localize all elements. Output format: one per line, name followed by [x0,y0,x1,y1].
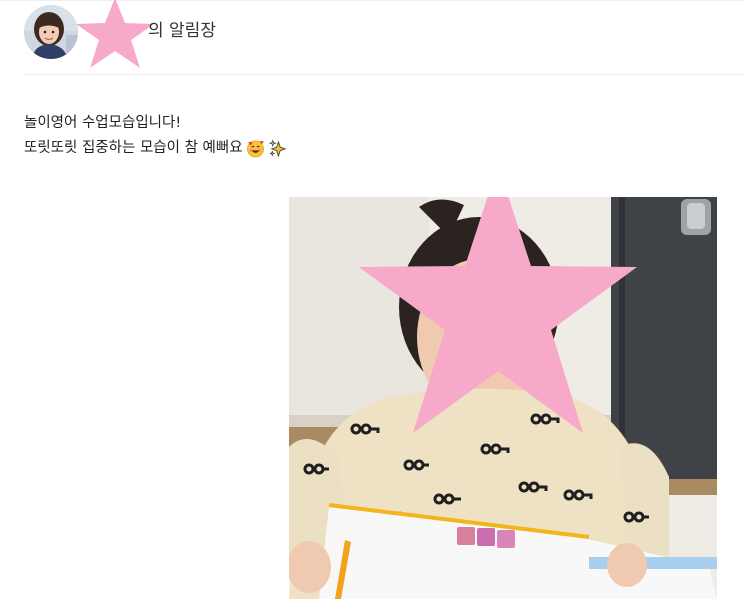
star-sticker-photo [359,197,637,433]
notice-title: 의 알림장 [126,16,216,41]
post-line-1: 놀이영어 수업모습입니다! [24,111,287,136]
post-line-2: 또릿또릿 집중하는 모습이 참 예뻐요 [24,136,287,161]
notice-post-view: 의 알림장 놀이영어 수업모습입니다! 또릿또릿 집중하는 모습이 참 예뻐요 [0,0,743,599]
post-line-2-text: 또릿또릿 집중하는 모습이 참 예뻐요 [24,140,243,156]
post-header [24,4,78,60]
post-line-1-text: 놀이영어 수업모습입니다! [24,115,182,131]
avatar-photo [24,5,78,59]
post-body: 놀이영어 수업모습입니다! 또릿또릿 집중하는 모습이 참 예뻐요 [24,111,287,161]
smiling-face-with-hearts-icon [246,140,264,158]
notice-title-suffix: 의 알림장 [148,21,216,41]
sparkles-icon [268,139,286,158]
post-photo[interactable] [289,197,717,599]
author-avatar[interactable] [24,5,78,59]
header-divider [24,74,743,75]
